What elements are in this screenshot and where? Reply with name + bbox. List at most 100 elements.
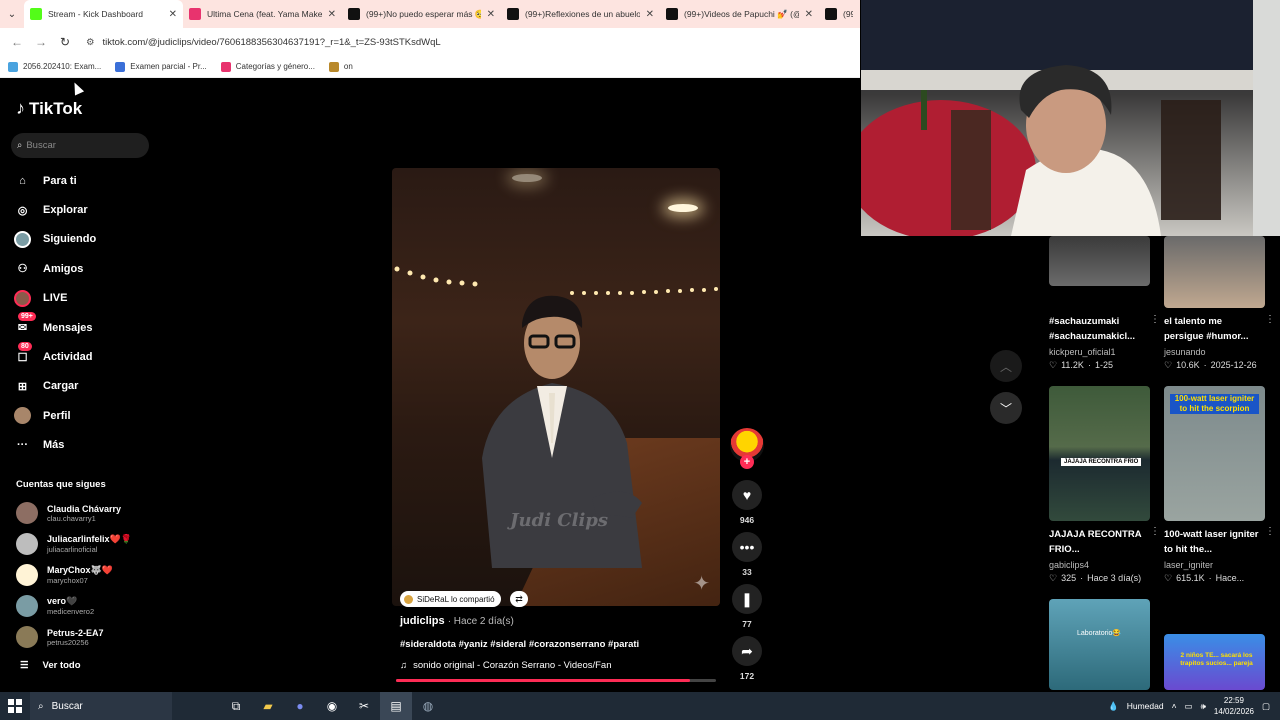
sidebar-item-cargar[interactable]: ⊞ Cargar xyxy=(14,372,96,401)
bookmarks-bar: 2056.202410: Exam... Examen parcial - Pr… xyxy=(0,56,860,78)
tiktok-logo[interactable]: ♪ TikTok xyxy=(16,98,82,119)
volume-icon[interactable]: 🕪 xyxy=(1201,701,1206,712)
video-thumbnail[interactable]: 100-watt laser igniter to hit the scorpi… xyxy=(1164,386,1265,521)
following-account[interactable]: Petrus-2-EA7 petrus20256 xyxy=(16,626,104,648)
obs-icon[interactable]: ◉ xyxy=(316,692,348,720)
video-sound[interactable]: ♫ sonido original - Corazón Serrano - Vi… xyxy=(400,660,612,671)
card-likes: 10.6K xyxy=(1176,360,1200,370)
search-input[interactable]: ⌕ Buscar xyxy=(11,133,149,158)
bookmark-item[interactable]: 2056.202410: Exam... xyxy=(8,61,101,72)
browser-tab[interactable]: (99+)No puedo esperar más 🥺 ✕ xyxy=(342,0,501,28)
sidebar-item-mensajes[interactable]: ✉ 99+ Mensajes xyxy=(14,312,96,342)
windows-start-icon[interactable] xyxy=(0,692,30,720)
kebab-menu-icon[interactable]: ⋮ xyxy=(1265,526,1275,537)
windows-taskbar: ⌕ Buscar ⧉ ▰ ● ◉ ✂ ▤ ◍ 💧 Humedad ˄ ▭ 🕪 2… xyxy=(0,692,1280,720)
bookmark-item[interactable]: Examen parcial - Pr... xyxy=(115,61,207,72)
sidebar-item-perfil[interactable]: Perfil xyxy=(14,401,96,430)
video-card[interactable]: ⋮ el talento me persigue #humor... jesun… xyxy=(1164,236,1275,371)
video-thumbnail[interactable]: Laboratorio😂 xyxy=(1049,599,1150,690)
heart-outline-icon: ♡ xyxy=(1164,360,1173,370)
browser-tab[interactable]: (99+)Reflexiones de un abuelo ✕ xyxy=(501,0,660,28)
card-title: el talento me persigue #humor... xyxy=(1164,316,1249,342)
tab-close-icon[interactable]: ✕ xyxy=(487,9,495,20)
video-player[interactable]: Judi Clips ✦ xyxy=(392,168,720,606)
video-card[interactable]: ⋮ #sachauzumaki #sachauzumakicl... kickp… xyxy=(1049,236,1160,371)
avatar xyxy=(16,502,38,524)
video-thumbnail[interactable] xyxy=(1164,236,1265,308)
video-thumbnail[interactable]: 2 niños TE... sacará los trapitos sucios… xyxy=(1164,634,1265,690)
sidebar-item-live[interactable]: LIVE xyxy=(14,284,96,313)
card-title: JAJAJA RECONTRA FRIO... xyxy=(1049,529,1142,555)
video-author[interactable]: judiclips · Hace 2 día(s) xyxy=(400,615,514,627)
bookmark-icon: ❚ xyxy=(732,584,762,614)
reload-icon[interactable]: ↻ xyxy=(54,31,76,53)
task-view-icon[interactable]: ⧉ xyxy=(220,692,252,720)
next-video-button[interactable]: ﹀ xyxy=(990,392,1022,424)
browser-icon[interactable]: ◍ xyxy=(412,692,444,720)
chevron-down-icon: ﹀ xyxy=(999,401,1012,416)
video-card[interactable]: Laboratorio😂 xyxy=(1049,599,1150,690)
shared-by-chip[interactable]: SiDeRaL lo compartió xyxy=(400,591,501,607)
follow-plus-icon[interactable]: + xyxy=(740,455,754,469)
video-card[interactable]: 2 niños TE... sacará los trapitos sucios… xyxy=(1164,634,1265,690)
like-button[interactable]: ♥ 946 xyxy=(732,480,762,525)
discord-icon[interactable]: ● xyxy=(284,692,316,720)
share-arrow-icon: ➦ xyxy=(732,636,762,666)
site-info-icon[interactable]: ⚙ xyxy=(86,37,95,48)
sidebar-item-explorar[interactable]: ◎ Explorar xyxy=(14,195,96,224)
notification-icon[interactable]: ▢ xyxy=(1262,701,1270,712)
url-field[interactable]: ⚙ tiktok.com/@judiclips/video/7606188356… xyxy=(86,37,441,48)
tab-search-chevron-icon[interactable]: ⌄ xyxy=(0,0,24,28)
browser-tab[interactable]: (99+)Videos de Papuchi 💅 (@ ✕ xyxy=(660,0,819,28)
kebab-menu-icon[interactable]: ⋮ xyxy=(1150,314,1160,325)
video-thumbnail[interactable]: JAJAJA RECONTRA FRIO xyxy=(1049,386,1150,521)
share-button[interactable]: ➦ 172 xyxy=(732,636,762,681)
tab-close-icon[interactable]: ✕ xyxy=(805,9,813,20)
video-card[interactable]: 100-watt laser igniter to hit the scorpi… xyxy=(1164,386,1275,584)
following-account[interactable]: Claudia Chávarry clau.chavarry1 xyxy=(16,502,121,524)
capcut-icon[interactable]: ✂ xyxy=(348,692,380,720)
sidebar-item-para-ti[interactable]: ⌂ Para ti xyxy=(14,166,96,195)
video-hashtags[interactable]: #sideraldota #yaniz #sideral #corazonser… xyxy=(400,639,639,650)
following-account[interactable]: MaryChox🐺❤️ marychox07 xyxy=(16,564,113,586)
browser-tab[interactable]: Ultima Cena (feat. Yama Make ✕ xyxy=(183,0,342,28)
notepad-icon[interactable]: ▤ xyxy=(380,692,412,720)
following-account[interactable]: Juliacarlinfelix❤️🌹 juliacarlinoficial xyxy=(16,533,132,555)
network-icon[interactable]: ▭ xyxy=(1185,701,1193,712)
browser-tab[interactable]: (99+) xyxy=(819,0,859,28)
more-icon: ··· xyxy=(17,439,28,452)
bookmark-item[interactable]: on xyxy=(328,61,353,72)
forward-arrow-icon[interactable]: → xyxy=(30,31,52,53)
video-progress-bar[interactable] xyxy=(396,679,716,682)
video-thumbnail[interactable] xyxy=(1049,236,1150,286)
kebab-menu-icon[interactable]: ⋮ xyxy=(1150,526,1160,537)
repost-icon[interactable]: ⇄ xyxy=(510,591,528,607)
sidebar-item-label: Para ti xyxy=(43,174,77,187)
save-button[interactable]: ❚ 77 xyxy=(732,584,762,629)
sidebar-item-mas[interactable]: ··· Más xyxy=(14,431,96,460)
tab-close-icon[interactable]: ✕ xyxy=(646,9,654,20)
previous-video-button[interactable]: ︿ xyxy=(990,350,1022,382)
chevron-up-icon[interactable]: ˄ xyxy=(1172,701,1177,711)
comment-button[interactable]: ••• 33 xyxy=(732,532,762,577)
taskbar-search[interactable]: ⌕ Buscar xyxy=(30,692,172,720)
clock[interactable]: 22:59 14/02/2026 xyxy=(1214,695,1254,717)
tab-close-icon[interactable]: ✕ xyxy=(328,9,336,20)
weather-label[interactable]: Humedad xyxy=(1127,701,1164,711)
bookmark-item[interactable]: Categorías y género... xyxy=(220,61,315,72)
sound-label: sonido original - Corazón Serrano - Vide… xyxy=(413,660,612,671)
tiktok-note-icon: ♪ xyxy=(16,98,25,118)
following-account[interactable]: vero🖤 medicenvero2 xyxy=(16,595,94,617)
kebab-menu-icon[interactable]: ⋮ xyxy=(1265,314,1275,325)
browser-tab[interactable]: Stream - Kick Dashboard ✕ xyxy=(24,0,183,28)
sidebar-item-amigos[interactable]: ⚇ Amigos xyxy=(14,254,96,283)
file-explorer-icon[interactable]: ▰ xyxy=(252,692,284,720)
card-likes: 325 xyxy=(1061,573,1077,583)
sidebar-item-actividad[interactable]: ☐ 80 Actividad xyxy=(14,341,96,371)
profile-icon xyxy=(14,407,31,425)
sidebar-item-siguiendo[interactable]: Siguiendo xyxy=(14,225,96,254)
see-all-button[interactable]: ☰ Ver todo xyxy=(20,660,81,671)
video-card[interactable]: JAJAJA RECONTRA FRIO ⋮ JAJAJA RECONTRA F… xyxy=(1049,386,1160,584)
back-arrow-icon[interactable]: ← xyxy=(6,31,28,53)
tab-close-icon[interactable]: ✕ xyxy=(169,9,177,20)
